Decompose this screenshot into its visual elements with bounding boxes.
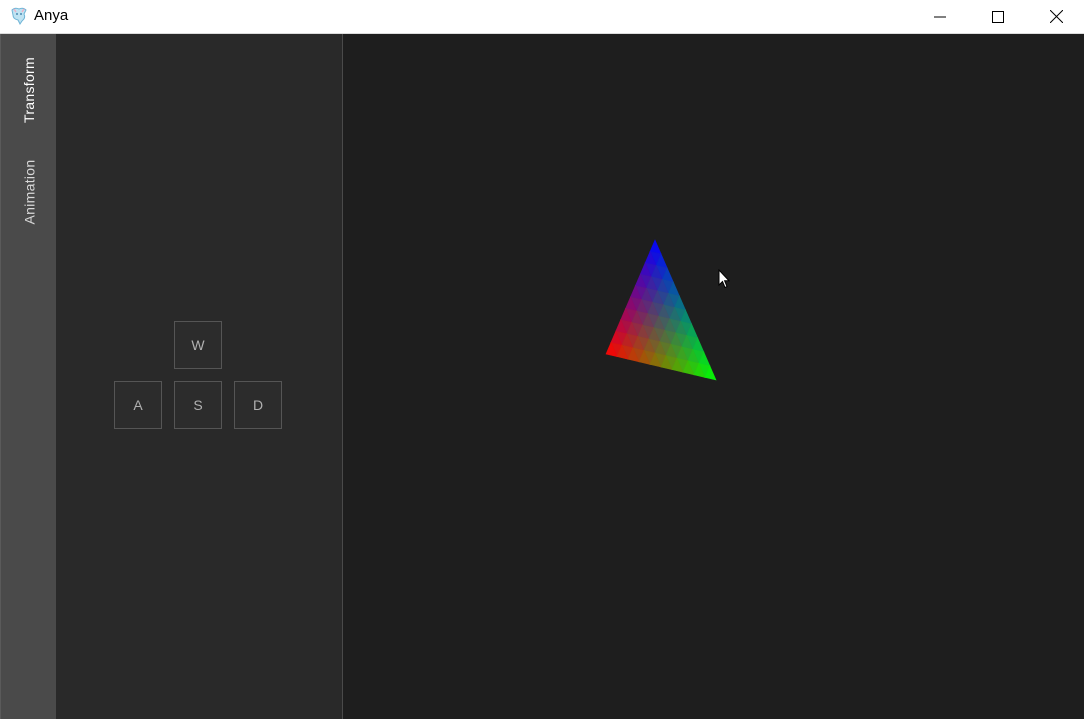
key-w-button[interactable]: W <box>174 321 222 369</box>
close-icon <box>1049 10 1063 23</box>
transform-panel: W A S D <box>56 34 343 719</box>
key-a-button[interactable]: A <box>114 381 162 429</box>
tab-animation[interactable]: Animation <box>1 140 57 244</box>
vertical-tab-strip: Transform Animation <box>0 34 56 719</box>
anya-app-icon <box>9 6 29 26</box>
mouse-cursor-icon <box>718 268 731 294</box>
rendered-triangle <box>605 239 717 381</box>
render-viewport[interactable] <box>343 34 1084 719</box>
tab-transform[interactable]: Transform <box>1 42 57 138</box>
maximize-button[interactable] <box>969 0 1027 33</box>
tab-transform-label: Transform <box>21 57 37 123</box>
close-button[interactable] <box>1027 0 1084 33</box>
title-bar[interactable]: Anya <box>0 0 1084 34</box>
key-s-button[interactable]: S <box>174 381 222 429</box>
minimize-icon <box>934 11 946 23</box>
maximize-icon <box>992 10 1004 23</box>
tab-animation-label: Animation <box>21 159 37 225</box>
key-d-button[interactable]: D <box>234 381 282 429</box>
app-window: Anya Transform Animation W A S D <box>0 0 1084 719</box>
window-title: Anya <box>34 7 69 24</box>
minimize-button[interactable] <box>911 0 969 33</box>
